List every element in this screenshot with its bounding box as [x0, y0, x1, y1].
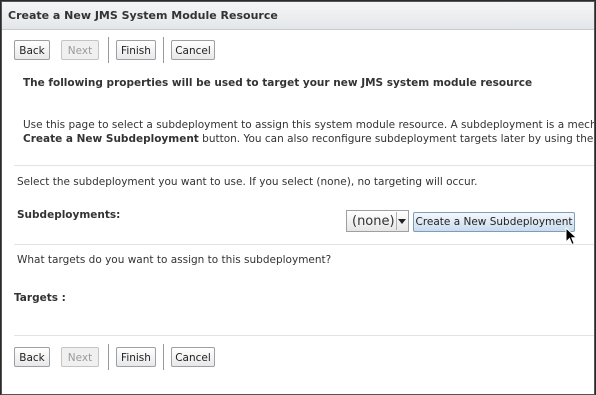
- chevron-down-icon: [396, 212, 407, 230]
- cancel-button[interactable]: Cancel: [171, 40, 215, 60]
- window-title: Create a New JMS System Module Resource: [8, 9, 278, 22]
- button-separator: [108, 37, 109, 63]
- subdeployment-selected-value: (none): [352, 214, 395, 229]
- description-line-1: Use this page to select a subdeployment …: [23, 119, 595, 131]
- finish-button[interactable]: Finish: [116, 347, 156, 367]
- next-button[interactable]: Next: [61, 40, 99, 60]
- targets-prompt: What targets do you want to assign to th…: [17, 254, 332, 266]
- section-heading: The following properties will be used to…: [23, 77, 533, 89]
- back-button[interactable]: Back: [14, 40, 50, 60]
- dialog-window: Create a New JMS System Module Resource …: [1, 1, 595, 395]
- subdeployments-label: Subdeployments:: [17, 209, 121, 221]
- description-bold: Create a New Subdeployment: [23, 133, 199, 145]
- select-prompt: Select the subdeployment you want to use…: [17, 176, 478, 188]
- divider: [14, 244, 594, 245]
- description-line-2: Create a New Subdeployment button. You c…: [23, 133, 594, 145]
- create-new-subdeployment-button[interactable]: Create a New Subdeployment: [413, 212, 575, 232]
- button-separator: [163, 344, 164, 370]
- description-rest: button. You can also reconfigure subdepl…: [202, 133, 594, 145]
- next-button[interactable]: Next: [61, 347, 99, 367]
- button-separator: [108, 344, 109, 370]
- subdeployment-select[interactable]: (none): [346, 210, 409, 232]
- cancel-button[interactable]: Cancel: [171, 347, 215, 367]
- title-bar: Create a New JMS System Module Resource: [2, 2, 594, 30]
- divider: [14, 335, 594, 336]
- divider: [14, 165, 594, 166]
- finish-button[interactable]: Finish: [116, 40, 156, 60]
- targets-label: Targets :: [14, 292, 66, 304]
- back-button[interactable]: Back: [14, 347, 50, 367]
- button-separator: [163, 37, 164, 63]
